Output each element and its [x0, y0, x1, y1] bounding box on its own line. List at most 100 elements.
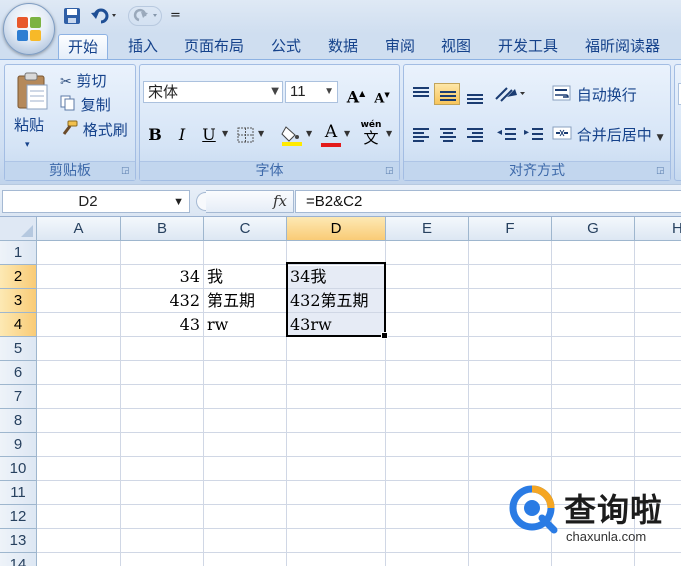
grow-font-button[interactable]: A▲	[345, 81, 367, 106]
align-bottom-button[interactable]	[461, 83, 487, 105]
column-header-F[interactable]: F	[469, 217, 552, 241]
merge-dropdown-icon[interactable]: ▼	[657, 133, 664, 143]
borders-dropdown-icon[interactable]: ▼	[258, 129, 264, 138]
row-header-1[interactable]: 1	[0, 241, 37, 265]
row-header-6[interactable]: 6	[0, 361, 37, 385]
row-header-8[interactable]: 8	[0, 409, 37, 433]
undo-icon[interactable]	[90, 6, 120, 26]
row-header-14[interactable]: 14	[0, 553, 37, 566]
gridline	[37, 336, 681, 337]
font-name-value: 宋体	[148, 83, 179, 101]
column-header-A[interactable]: A	[37, 217, 121, 241]
font-name-combo[interactable]: 宋体 ▼	[143, 81, 283, 103]
watermark-domain: chaxunla.com	[566, 529, 647, 544]
tab-page-layout[interactable]: 页面布局	[184, 34, 244, 60]
select-all-corner[interactable]	[0, 217, 37, 241]
row-header-7[interactable]: 7	[0, 385, 37, 409]
phonetic-dropdown-icon[interactable]: ▼	[386, 129, 392, 138]
copy-icon	[60, 95, 76, 116]
row-header-3[interactable]: 3	[0, 289, 37, 313]
font-name-dropdown-icon[interactable]: ▼	[271, 82, 279, 102]
number-group-partial	[674, 64, 681, 181]
customize-toolbar-icon[interactable]: =	[170, 6, 182, 26]
cut-button[interactable]: ✂ 剪切	[60, 71, 107, 92]
font-group-label: 字体	[140, 161, 399, 180]
row-header-11[interactable]: 11	[0, 481, 37, 505]
fill-color-button[interactable]	[280, 123, 304, 147]
cell-C3[interactable]: 第五期	[204, 289, 286, 312]
row-header-2[interactable]: 2	[0, 265, 37, 289]
tab-developer[interactable]: 开发工具	[498, 34, 558, 60]
italic-button[interactable]: I	[171, 123, 193, 145]
paste-button[interactable]: 粘贴 ▾	[11, 69, 51, 153]
tab-data[interactable]: 数据	[328, 34, 358, 60]
decrease-indent-button[interactable]: ◂	[493, 123, 519, 145]
font-size-value: 11	[290, 83, 306, 100]
insert-function-button[interactable]: fx	[206, 190, 294, 213]
shrink-font-button[interactable]: A▼	[371, 83, 393, 106]
gridline	[37, 456, 681, 457]
tab-formulas[interactable]: 公式	[271, 34, 301, 60]
row-header-10[interactable]: 10	[0, 457, 37, 481]
tab-view[interactable]: 视图	[441, 34, 471, 60]
tab-insert[interactable]: 插入	[128, 34, 158, 60]
formula-bar-splitter[interactable]	[196, 192, 206, 211]
column-header-D[interactable]: D	[287, 217, 386, 241]
wrap-text-button[interactable]: 自动换行	[552, 84, 637, 107]
column-header-H[interactable]: H	[635, 217, 681, 241]
align-top-button[interactable]	[407, 83, 433, 105]
column-header-C[interactable]: C	[204, 217, 287, 241]
font-size-combo[interactable]: 11 ▼	[285, 81, 338, 103]
formula-input[interactable]: =B2&C2	[295, 190, 681, 213]
column-header-G[interactable]: G	[552, 217, 635, 241]
borders-button[interactable]	[236, 126, 256, 144]
row-header-4[interactable]: 4	[0, 313, 37, 337]
align-right-button[interactable]	[461, 123, 487, 145]
copy-button[interactable]: 复制	[60, 95, 111, 116]
paste-dropdown-icon[interactable]: ▾	[25, 135, 30, 155]
clipboard-group-label: 剪贴板	[5, 161, 135, 180]
name-box-dropdown-icon[interactable]: ▼	[173, 192, 184, 213]
tab-foxit-reader[interactable]: 福昕阅读器	[585, 34, 660, 60]
format-painter-button[interactable]: 格式刷	[60, 120, 128, 141]
underline-dropdown-icon[interactable]: ▼	[222, 129, 228, 138]
align-center-button[interactable]	[434, 123, 460, 145]
orientation-button[interactable]	[493, 83, 529, 105]
font-color-button[interactable]: A	[320, 122, 342, 148]
name-box[interactable]: D2 ▼	[2, 190, 190, 213]
column-header-E[interactable]: E	[386, 217, 469, 241]
cell-D4[interactable]: 43rw	[287, 313, 385, 336]
redo-icon[interactable]	[128, 6, 162, 26]
row-header-12[interactable]: 12	[0, 505, 37, 529]
row-header-9[interactable]: 9	[0, 433, 37, 457]
clipboard-launcher-icon[interactable]: ◲	[121, 166, 131, 176]
cell-B4[interactable]: 43	[121, 313, 203, 336]
cell-C4[interactable]: rw	[204, 313, 286, 336]
alignment-launcher-icon[interactable]: ◲	[656, 166, 666, 176]
font-color-dropdown-icon[interactable]: ▼	[344, 129, 350, 138]
fill-color-dropdown-icon[interactable]: ▼	[306, 129, 312, 138]
paste-label: 粘贴	[14, 116, 45, 134]
row-header-5[interactable]: 5	[0, 337, 37, 361]
tab-review[interactable]: 审阅	[385, 34, 415, 60]
font-launcher-icon[interactable]: ◲	[385, 166, 395, 176]
align-middle-button[interactable]	[434, 83, 460, 105]
cell-C2[interactable]: 我	[204, 265, 286, 288]
cell-B2[interactable]: 34	[121, 265, 203, 288]
tab-home[interactable]: 开始	[58, 34, 109, 60]
cell-D3[interactable]: 432第五期	[287, 289, 385, 312]
underline-button[interactable]: U	[198, 123, 220, 145]
column-header-B[interactable]: B	[121, 217, 204, 241]
cell-B3[interactable]: 432	[121, 289, 203, 312]
save-icon[interactable]	[62, 6, 82, 26]
indent-left-arrow-icon: ◂	[497, 127, 503, 138]
increase-indent-button[interactable]: ▸	[520, 123, 546, 145]
phonetic-guide-button[interactable]: wén 文	[358, 120, 384, 148]
merge-center-button[interactable]: 合并后居中 ▼	[552, 124, 664, 148]
row-header-13[interactable]: 13	[0, 529, 37, 553]
align-left-button[interactable]	[407, 123, 433, 145]
font-size-dropdown-icon[interactable]: ▼	[324, 82, 334, 102]
bold-button[interactable]: B	[144, 123, 166, 145]
cell-D2[interactable]: 34我	[287, 265, 385, 288]
office-button[interactable]	[3, 3, 55, 55]
